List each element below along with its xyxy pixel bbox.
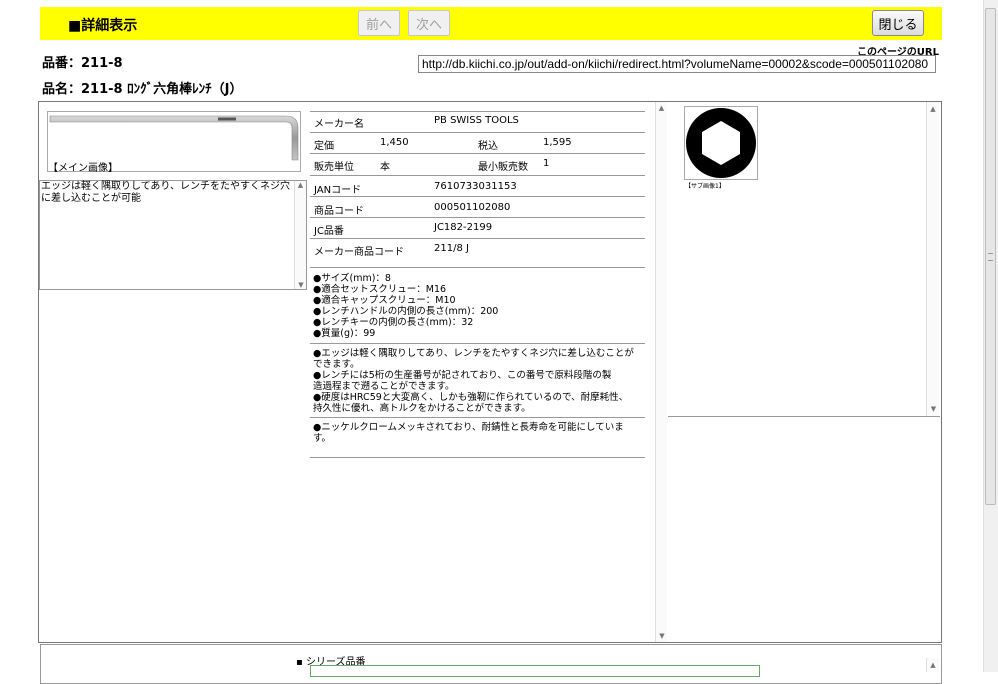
sub-image[interactable] bbox=[684, 106, 758, 180]
notes-block: ●エッジは軽く隅取りしてあり、レンチをたやすくネジ穴に差し込むことが できます。… bbox=[313, 348, 643, 414]
sub-image-caption: 【サブ画像1】 bbox=[685, 183, 725, 190]
series-table bbox=[310, 665, 760, 677]
spec-value-tax-in: 1,595 bbox=[543, 137, 572, 148]
scroll-up-icon[interactable]: ▲ bbox=[927, 661, 939, 669]
spec-value-min-qty: 1 bbox=[543, 158, 550, 169]
spec-label-jc: JC品番 bbox=[314, 226, 344, 237]
note-line: ●エッジは軽く隅取りしてあり、レンチをたやすくネジ穴に差し込むことが bbox=[313, 348, 634, 359]
note-line: ●レンチには5桁の生産番号が記されており、この番号で原料段階の製 bbox=[313, 370, 612, 381]
spec-label-maker: メーカー名 bbox=[314, 119, 364, 130]
sub-image-scrollbar[interactable]: ▲ ▼ bbox=[926, 102, 939, 416]
spec-divider bbox=[310, 175, 645, 176]
page-scrollbar-thumb[interactable] bbox=[985, 8, 996, 505]
note-line: ●硬度はHRC59と大変高く、しかも強靭に作られているので、耐摩耗性、 bbox=[313, 392, 629, 403]
spec-value-product-code: 000501102080 bbox=[434, 202, 511, 213]
spec-label-tax-in: 税込 bbox=[478, 141, 498, 152]
spec-divider bbox=[310, 343, 645, 344]
scroll-up-icon[interactable]: ▲ bbox=[295, 181, 306, 189]
spec-value-jc: JC182-2199 bbox=[434, 222, 493, 233]
spec-divider bbox=[310, 132, 645, 133]
short-description-box[interactable]: エッジは軽く隅取りしてあり、レンチをたやすくネジ穴に差し込むことが可能 ▲ ▼ bbox=[39, 180, 307, 290]
series-scrollbar[interactable]: ▲ bbox=[926, 658, 939, 672]
middle-scrollbar[interactable]: ▲ ▼ bbox=[655, 102, 667, 642]
scroll-up-icon[interactable]: ▲ bbox=[656, 104, 667, 112]
spec-label-unit: 販売単位 bbox=[314, 162, 354, 173]
close-button[interactable]: 閉じる bbox=[872, 10, 924, 36]
notes-block-2: ●ニッケルクロームメッキされており、耐錆性と長寿命を可能にしていま す。 bbox=[313, 422, 643, 444]
prev-button[interactable]: 前へ bbox=[358, 10, 400, 36]
spec-value-list-price: 1,450 bbox=[380, 137, 409, 148]
spec-divider bbox=[310, 457, 645, 458]
note-line: ●ニッケルクロームメッキされており、耐錆性と長寿命を可能にしていま bbox=[313, 422, 624, 433]
note-line: 持久性に優れ、高トルクをかけることができます。 bbox=[313, 403, 531, 414]
note-line: できます。 bbox=[313, 359, 360, 370]
spec-label-maker-code: メーカー商品コード bbox=[314, 247, 404, 258]
spec-divider bbox=[310, 267, 645, 268]
description-scrollbar[interactable]: ▲ ▼ bbox=[294, 181, 306, 289]
hex-socket-icon bbox=[686, 108, 756, 178]
spec-value-maker-code: 211/8 J bbox=[434, 243, 469, 254]
part-number: 品番：211-8 bbox=[42, 56, 123, 71]
feature-item: ●適合キャップスクリュー：M10 bbox=[313, 295, 456, 306]
page-url-field[interactable]: http://db.kiichi.co.jp/out/add-on/kiichi… bbox=[418, 55, 936, 73]
feature-item: ●サイズ(mm)：8 bbox=[313, 273, 391, 284]
scroll-down-icon[interactable]: ▼ bbox=[656, 632, 668, 640]
feature-item: ●質量(g)：99 bbox=[313, 328, 376, 339]
spec-value-unit: 本 bbox=[380, 162, 390, 173]
spec-label-product-code: 商品コード bbox=[314, 206, 364, 217]
spec-value-maker: PB SWISS TOOLS bbox=[434, 115, 519, 126]
note-line: 造過程まで遡ることができます。 bbox=[313, 381, 455, 392]
feature-item: ●レンチハンドルの内側の長さ(mm)：200 bbox=[313, 306, 499, 317]
part-name: 品名：211-8 ﾛﾝｸﾞ六角棒ﾚﾝﾁ（J） bbox=[42, 82, 243, 97]
series-section bbox=[40, 644, 942, 684]
short-description: エッジは軽く隅取りしてあり、レンチをたやすくネジ穴に差し込むことが可能 bbox=[41, 181, 290, 204]
bullet-icon: ▪ bbox=[296, 657, 306, 668]
spec-label-min-qty: 最小販売数 bbox=[478, 162, 528, 173]
spec-label-list-price: 定価 bbox=[314, 141, 334, 152]
spec-divider bbox=[310, 217, 645, 218]
page-title: ■詳細表示 bbox=[68, 18, 138, 34]
spec-divider bbox=[310, 417, 645, 418]
note-line: す。 bbox=[313, 433, 332, 444]
main-image-caption: 【メイン画像】 bbox=[48, 163, 118, 174]
feature-item: ●レンチキーの内側の長さ(mm)：32 bbox=[313, 317, 474, 328]
spec-label-jan: JANコード bbox=[314, 185, 362, 196]
spec-value-jan: 7610733031153 bbox=[434, 181, 517, 192]
spec-divider bbox=[310, 238, 645, 239]
spec-divider bbox=[310, 196, 645, 197]
next-button[interactable]: 次へ bbox=[408, 10, 450, 36]
spec-divider bbox=[310, 111, 645, 112]
spec-divider bbox=[310, 153, 645, 154]
grip-icon bbox=[988, 253, 993, 261]
scroll-down-icon[interactable]: ▼ bbox=[295, 281, 307, 289]
scroll-up-icon[interactable]: ▲ bbox=[927, 105, 939, 113]
feature-item: ●適合セットスクリュー：M16 bbox=[313, 284, 447, 295]
scroll-down-icon[interactable]: ▼ bbox=[927, 405, 940, 413]
feature-list: ●サイズ(mm)：8 ●適合セットスクリュー：M16 ●適合キャップスクリュー：… bbox=[313, 273, 643, 339]
header-bar bbox=[40, 7, 942, 40]
